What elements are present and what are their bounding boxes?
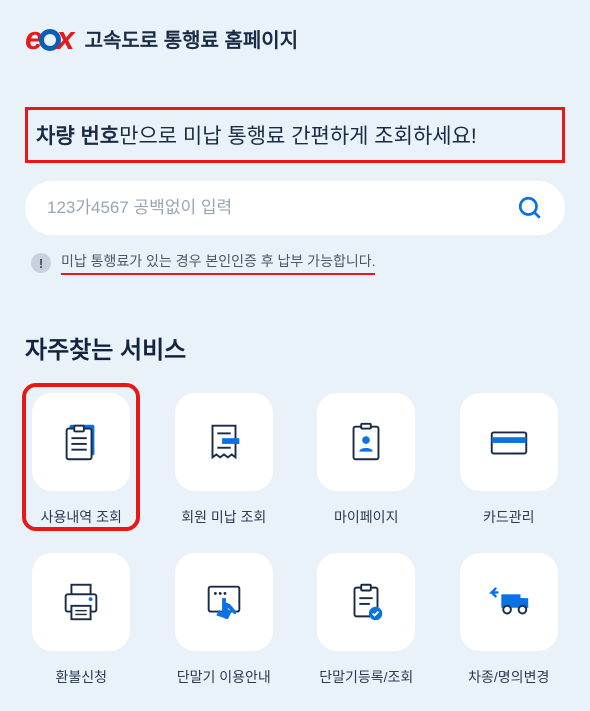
- receipt-icon: [201, 419, 247, 465]
- service-label: 단말기 이용안내: [177, 667, 271, 687]
- service-label: 카드관리: [483, 507, 535, 527]
- exclaim-icon: !: [31, 253, 51, 273]
- clipboard-check-icon: [343, 579, 389, 625]
- service-label: 환불신청: [55, 667, 107, 687]
- profile-doc-icon: [343, 419, 389, 465]
- truck-transfer-icon: [486, 579, 532, 625]
- search-input[interactable]: [47, 198, 517, 218]
- service-label: 회원 미납 조회: [181, 507, 266, 527]
- service-label: 차종/명의변경: [468, 667, 549, 687]
- service-card-manage[interactable]: 카드관리: [453, 393, 566, 527]
- service-label: 마이페이지: [334, 507, 398, 527]
- service-device-guide[interactable]: 단말기 이용안내: [168, 553, 281, 687]
- headline-highlight: 차량 번호만으로 미납 통행료 간편하게 조회하세요!: [25, 107, 565, 163]
- header: ex 고속도로 통행료 홈페이지: [25, 20, 565, 57]
- service-device-register[interactable]: 단말기등록/조회: [310, 553, 423, 687]
- notice-row: ! 미납 통행료가 있는 경우 본인인증 후 납부 가능합니다.: [25, 251, 565, 275]
- service-mypage[interactable]: 마이페이지: [310, 393, 423, 527]
- headline-text: 차량 번호만으로 미납 통행료 간편하게 조회하세요!: [36, 120, 554, 150]
- touch-screen-icon: [201, 579, 247, 625]
- service-grid: 사용내역 조회 회원 미납 조회: [25, 393, 565, 687]
- service-label: 사용내역 조회: [41, 507, 122, 527]
- service-vehicle-change[interactable]: 차종/명의변경: [453, 553, 566, 687]
- search-bar: [25, 181, 565, 235]
- section-title: 자주찾는 서비스: [25, 330, 565, 365]
- service-member-unpaid[interactable]: 회원 미납 조회: [168, 393, 281, 527]
- search-icon[interactable]: [517, 195, 543, 221]
- logo: ex: [25, 20, 73, 57]
- site-title: 고속도로 통행료 홈페이지: [85, 24, 299, 53]
- notice-text: 미납 통행료가 있는 경우 본인인증 후 납부 가능합니다.: [61, 251, 375, 275]
- document-list-icon: [58, 419, 104, 465]
- headline-rest: 만으로 미납 통행료 간편하게 조회하세요!: [119, 125, 477, 148]
- service-usage-history[interactable]: 사용내역 조회: [25, 393, 138, 527]
- service-refund[interactable]: 환불신청: [25, 553, 138, 687]
- fax-printer-icon: [58, 579, 104, 625]
- headline-bold: 차량 번호: [36, 125, 119, 148]
- card-icon: [486, 419, 532, 465]
- service-label: 단말기등록/조회: [319, 667, 413, 687]
